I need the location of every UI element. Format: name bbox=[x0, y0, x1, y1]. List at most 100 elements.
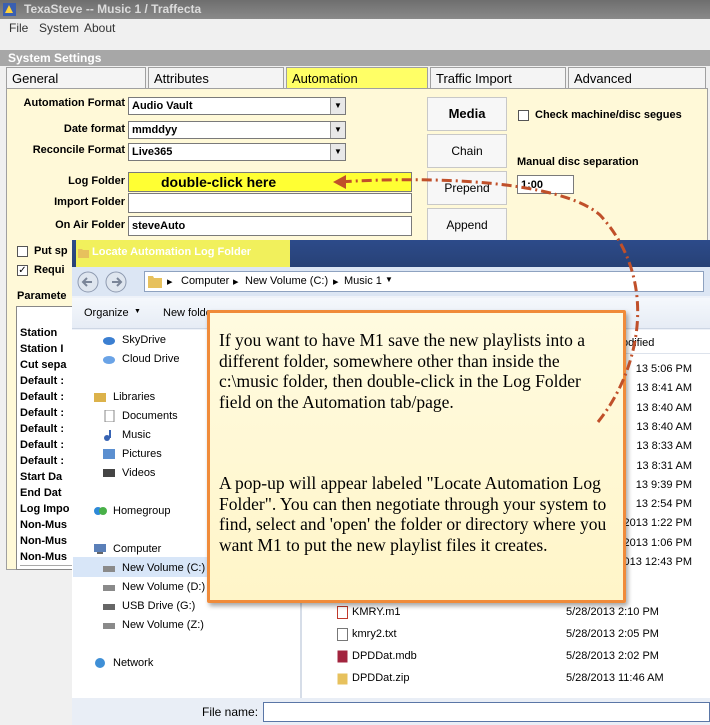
breadcrumb-music1[interactable]: Music 1 bbox=[344, 275, 382, 287]
nav-videos[interactable]: Videos bbox=[103, 467, 156, 479]
cloud-icon bbox=[103, 356, 115, 364]
parameter-row[interactable]: Default : bbox=[20, 453, 72, 470]
reconcile-format-select[interactable]: Live365 ▼ bbox=[128, 143, 346, 161]
parameter-row[interactable]: Log Impo bbox=[20, 501, 72, 518]
breadcrumb-sep: ▸ bbox=[233, 276, 239, 288]
manual-sep-field[interactable]: 1:00 bbox=[517, 175, 574, 194]
nav-homegroup[interactable]: Homegroup bbox=[94, 505, 170, 517]
put-checkbox[interactable] bbox=[17, 246, 28, 257]
file-row[interactable]: DPDDat.mdb bbox=[337, 650, 417, 663]
nav-drive-g[interactable]: USB Drive (G:) bbox=[103, 600, 195, 612]
organize-button[interactable]: Organize bbox=[84, 307, 129, 319]
parameter-row[interactable]: Default : bbox=[20, 389, 72, 406]
nav-computer[interactable]: Computer bbox=[94, 543, 162, 555]
pictures-icon bbox=[103, 449, 115, 459]
import-folder-field[interactable] bbox=[128, 193, 412, 213]
chevron-down-icon: ▼ bbox=[330, 122, 345, 138]
file-name: kmry2.txt bbox=[352, 628, 397, 640]
chain-button[interactable]: Chain bbox=[427, 134, 507, 168]
nav-skydrive[interactable]: SkyDrive bbox=[103, 334, 166, 346]
nav-drive-z[interactable]: New Volume (Z:) bbox=[103, 619, 204, 631]
file-name: DPDDat.zip bbox=[352, 672, 410, 684]
filename-input[interactable] bbox=[263, 702, 710, 722]
file-date: 5/28/2013 2:05 PM bbox=[566, 628, 659, 640]
address-bar: ▸ Computer ▸ New Volume (C:) ▸ Music 1 ▼ bbox=[72, 267, 710, 296]
nav-label: Computer bbox=[113, 543, 162, 555]
parameter-row[interactable]: Cut sepa bbox=[20, 357, 72, 374]
automation-format-value: Audio Vault bbox=[132, 100, 193, 112]
nav-pictures[interactable]: Pictures bbox=[103, 448, 162, 460]
append-button[interactable]: Append bbox=[427, 208, 507, 242]
parameter-row[interactable]: Non-Mus bbox=[20, 517, 72, 534]
menu-about[interactable]: About bbox=[84, 21, 115, 35]
date-format-select[interactable]: mmddyy ▼ bbox=[128, 121, 346, 139]
tab-advanced[interactable]: Advanced bbox=[568, 67, 706, 88]
zip-folder-icon bbox=[337, 673, 348, 685]
nav-label: Pictures bbox=[122, 448, 162, 460]
library-icon bbox=[94, 393, 106, 402]
require-checkbox[interactable]: ✓ bbox=[17, 265, 28, 276]
database-icon bbox=[337, 650, 348, 663]
computer-icon bbox=[94, 544, 106, 554]
media-button[interactable]: Media bbox=[427, 97, 507, 131]
drive-icon bbox=[103, 566, 115, 572]
breadcrumb-computer[interactable]: Computer bbox=[181, 275, 229, 287]
log-folder-label: Log Folder bbox=[68, 175, 125, 187]
parameter-row[interactable]: Station I bbox=[20, 341, 72, 358]
breadcrumb[interactable]: ▸ Computer ▸ New Volume (C:) ▸ Music 1 ▼ bbox=[144, 271, 704, 292]
prepend-button[interactable]: Prepend bbox=[427, 171, 507, 205]
nav-drive-c[interactable]: New Volume (C:) bbox=[103, 562, 206, 574]
parameter-row[interactable]: Default : bbox=[20, 405, 72, 422]
parameter-row[interactable]: End Dat bbox=[20, 485, 72, 502]
file-date: 5/28/2013 2:02 PM bbox=[566, 650, 659, 662]
parameter-row[interactable]: Start Da bbox=[20, 469, 72, 486]
nav-documents[interactable]: Documents bbox=[104, 410, 178, 422]
nav-label: New Volume (C:) bbox=[122, 562, 206, 574]
parameters-label: Paramete bbox=[17, 290, 67, 302]
file-row[interactable]: kmry2.txt bbox=[337, 628, 397, 641]
parameter-row[interactable]: Station bbox=[20, 325, 72, 342]
callout-paragraph-2: A pop-up will appear labeled "Locate Aut… bbox=[219, 473, 607, 555]
parameter-row[interactable]: Default : bbox=[20, 437, 72, 454]
parameter-row[interactable]: Non-Mus bbox=[20, 533, 72, 550]
nav-libraries[interactable]: Libraries bbox=[94, 391, 156, 403]
network-icon bbox=[95, 658, 105, 668]
dialog-title-bar: Locate Automation Log Folder bbox=[72, 240, 710, 267]
file-row[interactable]: DPDDat.zip bbox=[337, 672, 410, 685]
chevron-down-icon: ▼ bbox=[330, 98, 345, 114]
nav-label: Libraries bbox=[113, 391, 156, 403]
automation-format-select[interactable]: Audio Vault ▼ bbox=[128, 97, 346, 115]
breadcrumb-volume[interactable]: New Volume (C:) bbox=[245, 275, 328, 287]
parameter-row[interactable]: Non-Mus bbox=[20, 549, 72, 566]
nav-cloud-drive[interactable]: Cloud Drive bbox=[103, 353, 180, 365]
onair-folder-field[interactable]: steveAuto bbox=[128, 216, 412, 236]
menu-file[interactable]: File bbox=[9, 21, 28, 35]
parameter-row[interactable]: Default : bbox=[20, 373, 72, 390]
segues-label: Check machine/disc segues bbox=[535, 109, 682, 121]
nav-label: New Volume (D:) bbox=[122, 581, 206, 593]
file-icon bbox=[337, 606, 348, 619]
title-bar: TexaSteve -- Music 1 / Traffecta bbox=[0, 0, 710, 19]
nav-label: Videos bbox=[122, 467, 156, 479]
nav-music[interactable]: Music bbox=[104, 429, 151, 441]
log-folder-field[interactable]: double-click here bbox=[128, 172, 412, 192]
onair-folder-label: On Air Folder bbox=[55, 219, 125, 231]
menu-system[interactable]: System bbox=[39, 21, 79, 35]
column-date-modified[interactable]: odified bbox=[622, 333, 710, 354]
tab-automation[interactable]: Automation bbox=[286, 67, 428, 88]
file-date: 5/28/2013 2:10 PM bbox=[566, 606, 659, 618]
tab-attributes[interactable]: Attributes bbox=[148, 67, 284, 88]
back-forward-icon[interactable] bbox=[76, 270, 132, 294]
nav-network[interactable]: Network bbox=[95, 657, 153, 669]
nav-label: Cloud Drive bbox=[122, 353, 180, 365]
require-label: Requi bbox=[34, 264, 65, 276]
new-folder-button[interactable]: New folde bbox=[163, 307, 212, 319]
segues-checkbox[interactable] bbox=[518, 110, 529, 121]
chevron-down-icon: ▼ bbox=[385, 275, 393, 284]
file-row[interactable]: KMRY.m1 bbox=[337, 606, 401, 619]
nav-drive-d[interactable]: New Volume (D:) bbox=[103, 581, 206, 593]
parameter-row[interactable]: Default : bbox=[20, 421, 72, 438]
tab-traffic-import[interactable]: Traffic Import bbox=[430, 67, 566, 88]
tab-general[interactable]: General bbox=[6, 67, 146, 88]
chevron-down-icon: ▼ bbox=[330, 144, 345, 160]
